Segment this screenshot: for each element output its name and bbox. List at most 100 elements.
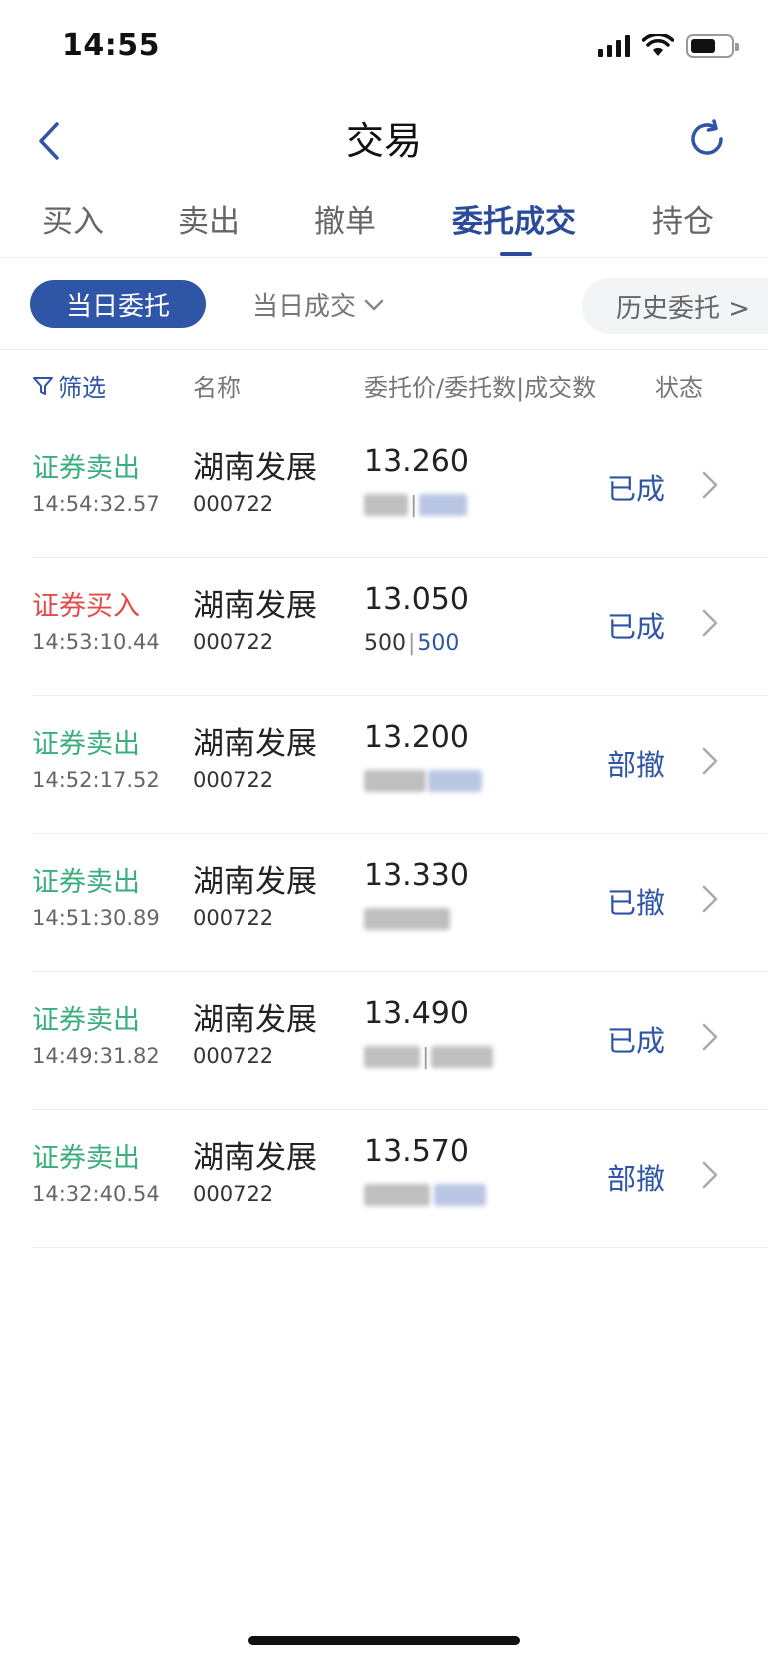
order-qty-value: 500 [364,630,406,656]
redacted-order-qty [364,770,426,792]
order-status: 已成 [607,1024,666,1058]
nav-header: 交易 [0,98,768,188]
order-row[interactable]: 证券买入 14:53:10.44 湖南发展 000722 13.050 500 … [32,558,768,696]
refresh-button[interactable] [680,112,734,166]
subtab-history-orders-label: 历史委托 > [616,293,751,324]
stock-name: 湖南发展 [193,450,317,486]
tab-cancel[interactable]: 撤单 [314,196,376,241]
page-title: 交易 [345,119,422,163]
column-header: 筛选 名称 委托价/委托数|成交数 状态 [0,352,768,416]
order-type: 证券卖出 [32,453,140,484]
stock-name: 湖南发展 [193,588,317,624]
order-time: 14:32:40.54 [32,1182,160,1206]
order-price: 13.200 [364,720,469,755]
tab-positions[interactable]: 持仓 [652,196,714,241]
subtab-history-orders[interactable]: 历史委托 > [582,278,768,334]
chevron-right-icon [702,747,718,775]
refresh-icon [691,119,723,155]
order-row[interactable]: 证券卖出 14:51:30.89 湖南发展 000722 13.330 已撤 [32,834,768,972]
order-list: 证券卖出 14:54:32.57 湖南发展 000722 13.260 | 已成… [0,420,768,1248]
status-icons [598,34,739,58]
stock-name: 湖南发展 [193,726,317,762]
stock-name: 湖南发展 [193,864,317,900]
chevron-right-icon [702,885,718,913]
order-type: 证券卖出 [32,1005,140,1036]
order-status: 已成 [607,472,666,506]
home-indicator[interactable] [248,1636,520,1645]
stock-code: 000722 [193,1182,274,1206]
order-status: 已撤 [607,886,666,920]
order-row[interactable]: 证券卖出 14:52:17.52 湖南发展 000722 13.200 部撤 [32,696,768,834]
order-type: 证券卖出 [32,867,140,898]
filled-qty-value: 500 [417,630,460,656]
redacted-filled-qty [434,1184,486,1206]
column-status: 状态 [655,374,703,402]
stock-code: 000722 [193,768,274,792]
order-price: 13.570 [364,1134,469,1169]
order-price: 13.490 [364,996,469,1031]
order-time: 14:54:32.57 [32,492,160,516]
active-tab-indicator [500,252,532,256]
order-status: 部撤 [607,748,666,782]
order-qty-redacted [364,766,482,796]
order-qty-redacted: | [364,1042,494,1072]
redacted-order-qty [364,494,408,516]
qty-separator: | [410,492,418,518]
chevron-right-icon [702,609,718,637]
order-row[interactable]: 证券卖出 14:49:31.82 湖南发展 000722 13.490 | 已成 [32,972,768,1110]
chevron-right-icon [702,1023,718,1051]
order-qty-redacted: | [364,490,468,520]
column-price-qty: 委托价/委托数|成交数 [364,374,597,402]
order-price: 13.050 [364,582,469,617]
order-type: 证券卖出 [32,1143,140,1174]
order-row[interactable]: 证券卖出 14:54:32.57 湖南发展 000722 13.260 | 已成 [32,420,768,558]
order-time: 14:51:30.89 [32,906,160,930]
tab-buy[interactable]: 买入 [42,196,104,241]
status-bar: 14:55 [0,0,768,98]
battery-icon [686,34,739,58]
redacted-order-qty [364,1046,420,1068]
tab-orders-deals[interactable]: 委托成交 [452,196,576,241]
sub-tabs: 当日委托 当日成交 历史委托 > [0,268,768,350]
stock-code: 000722 [193,492,274,516]
redacted-order-qty [364,908,450,930]
filter-button[interactable]: 筛选 [32,368,106,403]
subtab-today-deals-label: 当日成交 [252,292,357,322]
order-row[interactable]: 证券卖出 14:32:40.54 湖南发展 000722 13.570 部撤 [32,1110,768,1248]
order-type: 证券卖出 [32,729,140,760]
tab-sell[interactable]: 卖出 [178,196,240,241]
order-qty: 500 | 500 [364,628,459,658]
column-name: 名称 [193,374,241,402]
main-tabs: 买入 卖出 撤单 委托成交 持仓 [0,190,768,258]
order-price: 13.330 [364,858,469,893]
order-price: 13.260 [364,444,469,479]
order-time: 14:52:17.52 [32,768,160,792]
stock-code: 000722 [193,630,274,654]
qty-separator: | [422,1044,430,1070]
stock-name: 湖南发展 [193,1140,317,1176]
status-time: 14:55 [62,28,160,63]
order-qty-redacted [364,904,450,934]
order-time: 14:53:10.44 [32,630,160,654]
filter-icon [33,376,53,395]
subtab-today-deals[interactable]: 当日成交 [252,286,384,323]
filter-label: 筛选 [58,374,106,402]
order-status: 已成 [607,610,666,644]
qty-separator: | [408,630,416,656]
subtab-today-orders[interactable]: 当日委托 [30,280,206,328]
stock-code: 000722 [193,906,274,930]
order-time: 14:49:31.82 [32,1044,160,1068]
redacted-filled-qty [428,770,482,792]
order-qty-redacted [364,1180,486,1210]
redacted-filled-qty [431,1046,494,1068]
order-type: 证券买入 [32,591,140,622]
order-status: 部撤 [607,1162,666,1196]
subtab-today-orders-label: 当日委托 [65,291,170,322]
redacted-filled-qty [419,494,468,516]
chevron-right-icon [702,1161,718,1189]
cellular-signal-icon [598,35,630,57]
chevron-down-icon [364,299,384,310]
redacted-order-qty [364,1184,430,1206]
stock-code: 000722 [193,1044,274,1068]
stock-name: 湖南发展 [193,1002,317,1038]
